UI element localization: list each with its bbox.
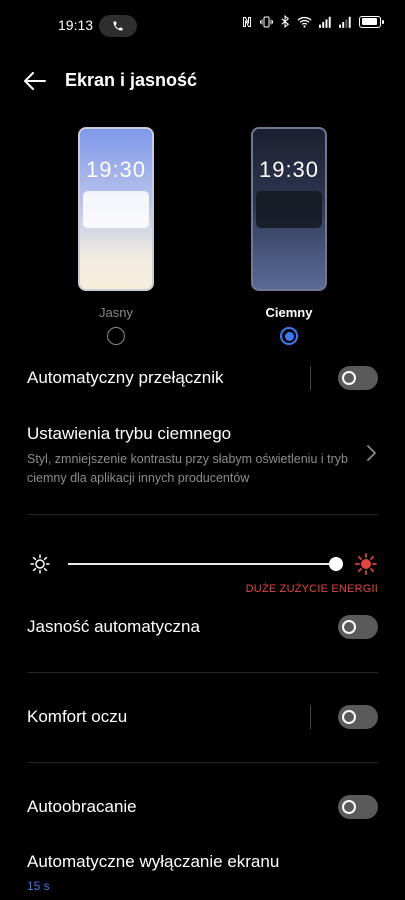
brightness-control <box>0 550 405 580</box>
status-time: 19:13 <box>58 17 94 33</box>
separator <box>310 705 311 729</box>
brightness-low-icon <box>30 554 50 574</box>
back-button[interactable] <box>22 68 48 94</box>
toggle-knob <box>342 710 356 724</box>
ongoing-call-pill[interactable] <box>99 15 137 37</box>
nfc-icon <box>243 16 251 27</box>
status-icons <box>241 15 384 28</box>
dark-mode-settings-label[interactable]: Ustawienia trybu ciemnego <box>27 424 231 444</box>
preview-time: 19:30 <box>85 157 147 182</box>
chevron-right-icon[interactable] <box>366 444 378 462</box>
signal-icon <box>339 16 351 28</box>
screen-timeout-value: 15 s <box>27 879 50 893</box>
radio-dark[interactable] <box>280 327 298 345</box>
page-title: Ekran i jasność <box>65 70 198 90</box>
high-power-warning: DUŻE ZUŻYCIE ENERGII <box>245 583 378 595</box>
divider <box>27 762 378 763</box>
arrow-left-icon <box>24 72 46 90</box>
signal-icon <box>319 16 331 28</box>
dark-theme-preview[interactable]: 19:30 <box>251 127 327 291</box>
auto-brightness-label: Jasność automatyczna <box>27 617 200 636</box>
phone-call-icon <box>113 21 123 31</box>
bluetooth-icon <box>281 15 290 28</box>
separator <box>310 366 311 390</box>
toggle-knob <box>342 800 356 814</box>
brightness-slider-thumb[interactable] <box>329 557 343 571</box>
theme-option-light[interactable]: 19:30 Jasny <box>78 127 154 345</box>
preview-widget <box>256 191 322 228</box>
battery-icon <box>359 15 384 28</box>
divider <box>27 514 378 515</box>
toggle-knob <box>342 371 356 385</box>
brightness-slider-fill <box>68 563 336 565</box>
brightness-slider-track[interactable] <box>68 563 336 565</box>
preview-time: 19:30 <box>258 157 320 182</box>
eye-comfort-toggle[interactable] <box>338 705 378 729</box>
toggle-knob <box>342 620 356 634</box>
radio-light[interactable] <box>107 327 125 345</box>
auto-rotate-toggle[interactable] <box>338 795 378 819</box>
brightness-high-icon <box>355 553 377 575</box>
status-bar: 19:13 <box>0 0 405 52</box>
vibrate-icon <box>260 16 273 27</box>
eye-comfort-label[interactable]: Komfort oczu <box>27 707 127 727</box>
auto-switch-toggle[interactable] <box>338 366 378 390</box>
theme-option-dark[interactable]: 19:30 Ciemny <box>251 127 327 345</box>
auto-rotate-label: Autoobracanie <box>27 797 137 816</box>
dark-mode-settings-description: Styl, zmniejszenie kontrastu przy słabym… <box>27 452 348 485</box>
wifi-icon <box>297 16 312 28</box>
header: Ekran i jasność <box>0 60 405 102</box>
auto-brightness-toggle[interactable] <box>338 615 378 639</box>
light-theme-preview[interactable]: 19:30 <box>78 127 154 291</box>
preview-widget <box>83 191 149 228</box>
theme-label-light: Jasny <box>99 305 133 320</box>
divider <box>27 672 378 673</box>
auto-switch-label: Automatyczny przełącznik <box>27 368 224 387</box>
screen-timeout-label[interactable]: Automatyczne wyłączanie ekranu <box>27 852 279 872</box>
theme-label-dark: Ciemny <box>265 305 313 320</box>
